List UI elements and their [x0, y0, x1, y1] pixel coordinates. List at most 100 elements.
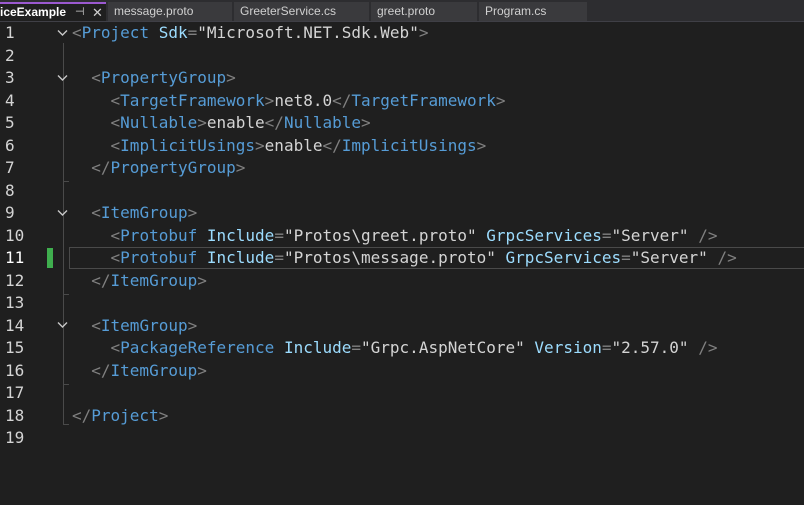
chevron-down-icon[interactable] [57, 202, 69, 225]
changed-line-marker [47, 248, 53, 268]
code-line[interactable]: 17 [0, 382, 804, 405]
code-line[interactable]: 12 </ItemGroup> [0, 270, 804, 293]
code-line[interactable]: 16 </ItemGroup> [0, 360, 804, 383]
code-line[interactable]: 1 <Project Sdk="Microsoft.NET.Sdk.Web"> [0, 22, 804, 45]
tab-label: greet.proto [377, 4, 436, 18]
line-number: 5 [5, 113, 15, 132]
code-token: = [274, 225, 284, 245]
line-number: 16 [5, 360, 25, 380]
code-token: </ [91, 270, 111, 290]
code-token: Nullable [283, 113, 361, 132]
code-token: /> [698, 338, 718, 357]
code-line[interactable]: 13 [0, 292, 804, 315]
code-text: <Nullable>enable</Nullable> [72, 112, 371, 135]
code-line[interactable]: 19 [0, 427, 804, 450]
code-token: Project [91, 405, 159, 425]
tab-label: iceExample [0, 5, 67, 19]
code-token: > [226, 68, 236, 87]
code-token: > [158, 405, 169, 425]
code-token: > [197, 360, 207, 380]
tab-project-file[interactable]: iceExample ⊣ ✕ [0, 2, 106, 21]
code-token: Include [206, 225, 275, 245]
line-number: 7 [5, 158, 15, 177]
code-text: <ItemGroup> [72, 202, 197, 225]
code-token: > [235, 158, 246, 177]
code-text: <ImplicitUsings>enable</ImplicitUsings> [72, 135, 487, 158]
chevron-down-icon[interactable] [57, 67, 69, 90]
code-token: </ [322, 135, 342, 155]
code-text: <Protobuf Include="Protos\message.proto"… [72, 247, 737, 270]
code-text: </Project> [72, 405, 168, 428]
code-line[interactable]: 5 <Nullable>enable</Nullable> [0, 112, 804, 135]
code-token: Sdk [158, 23, 188, 42]
code-token: ImplicitUsings [341, 135, 477, 155]
code-token: > [187, 203, 198, 222]
line-number: 4 [5, 90, 15, 110]
code-token: < [91, 315, 101, 335]
code-line[interactable]: 3 <PropertyGroup> [0, 67, 804, 90]
code-token: "Grpc.AspNetCore" [361, 338, 525, 357]
tab-program-cs[interactable]: Program.cs [479, 2, 587, 21]
line-number: 3 [5, 68, 15, 87]
code-token: enable [264, 135, 323, 155]
line-number: 18 [5, 405, 25, 425]
code-token: Nullable [120, 113, 198, 132]
code-line[interactable]: 8 [0, 180, 804, 203]
code-token: /> [698, 225, 718, 245]
chevron-down-icon[interactable] [57, 22, 69, 45]
code-editor[interactable]: 1 <Project Sdk="Microsoft.NET.Sdk.Web"> 2 3… [0, 22, 804, 505]
code-token: < [110, 248, 121, 267]
line-number: 2 [5, 45, 15, 65]
code-token: Project [81, 23, 150, 42]
tab-greeter-service[interactable]: GreeterService.cs [234, 2, 369, 21]
code-token: > [197, 113, 207, 132]
code-line[interactable]: 18 </Project> [0, 405, 804, 428]
code-token: > [264, 90, 275, 110]
line-number: 10 [5, 225, 25, 245]
code-token: Version [534, 338, 602, 357]
code-token: </ [91, 158, 111, 177]
code-line[interactable]: 11 <Protobuf Include="Protos\message.pro… [0, 247, 804, 270]
code-token: PropertyGroup [100, 68, 227, 87]
code-token: </ [72, 405, 92, 425]
code-line[interactable]: 15 <PackageReference Include="Grpc.AspNe… [0, 337, 804, 360]
code-token: = [274, 248, 284, 267]
code-token: /> [717, 248, 737, 267]
code-token: "Server" [630, 248, 708, 267]
code-token: Protobuf [120, 225, 198, 245]
code-token: = [601, 338, 612, 357]
code-line[interactable]: 6 <ImplicitUsings>enable</ImplicitUsings… [0, 135, 804, 158]
tab-greet-proto[interactable]: greet.proto [371, 2, 477, 21]
tab-message-proto[interactable]: message.proto [108, 2, 232, 21]
pin-icon[interactable]: ⊣ [75, 5, 85, 18]
chevron-down-icon[interactable] [57, 315, 69, 338]
code-token: < [110, 338, 121, 357]
code-token: = [351, 338, 362, 357]
line-number: 11 [5, 248, 25, 267]
line-number: 12 [5, 270, 25, 290]
line-number: 1 [5, 23, 15, 42]
code-line[interactable]: 2 [0, 45, 804, 68]
code-token: ItemGroup [110, 270, 198, 290]
code-line[interactable]: 14 <ItemGroup> [0, 315, 804, 338]
code-text: <TargetFramework>net8.0</TargetFramework… [72, 90, 506, 113]
code-line[interactable]: 9 <ItemGroup> [0, 202, 804, 225]
code-line[interactable]: 4 <TargetFramework>net8.0</TargetFramewo… [0, 90, 804, 113]
code-line[interactable]: 7 </PropertyGroup> [0, 157, 804, 180]
code-line[interactable]: 10 <Protobuf Include="Protos\greet.proto… [0, 225, 804, 248]
code-token: = [187, 23, 198, 42]
line-number: 17 [5, 383, 25, 402]
code-text: <PackageReference Include="Grpc.AspNetCo… [72, 337, 718, 360]
close-icon[interactable]: ✕ [92, 5, 103, 21]
line-number: 8 [5, 180, 15, 200]
